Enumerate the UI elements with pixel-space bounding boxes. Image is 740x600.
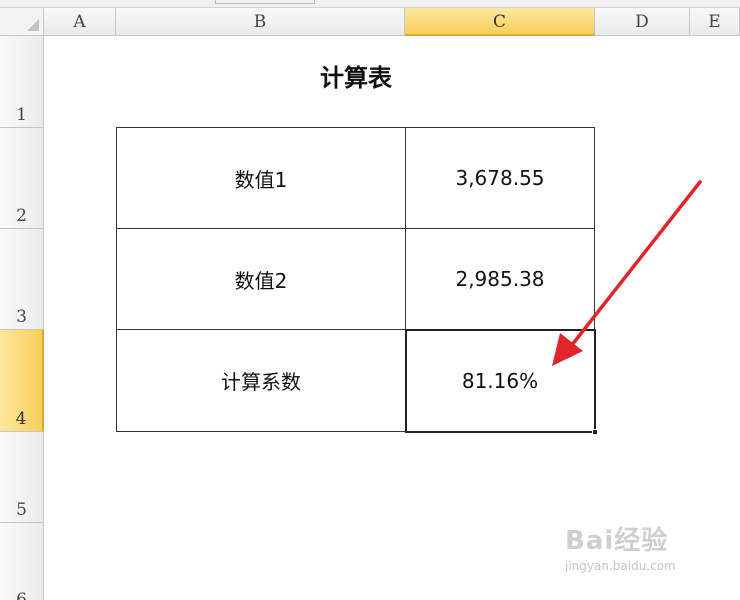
watermark-logo: Bai经验 (565, 526, 669, 556)
watermark-url: jingyan.baidu.com (565, 559, 676, 573)
watermark: Bai经验 jingyan.baidu.com (565, 520, 735, 590)
annotation-arrow-icon (552, 180, 702, 366)
